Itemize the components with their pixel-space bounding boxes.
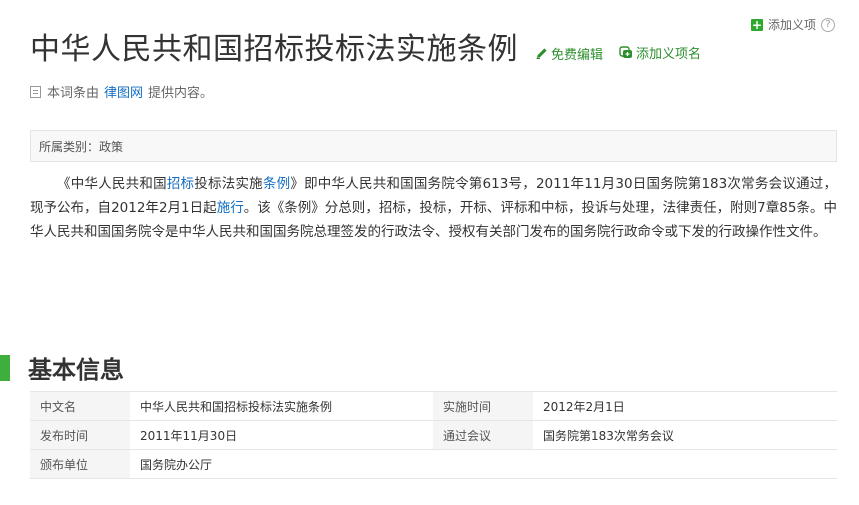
info-key: 发布时间	[30, 420, 130, 450]
top-add-sense-label: 添加义项	[767, 18, 816, 32]
add-sense-name-button[interactable]: 添加义项名	[619, 43, 701, 62]
link-shixing[interactable]: 施行	[217, 200, 244, 216]
help-icon[interactable]: ?	[821, 17, 835, 32]
link-zhaobiao[interactable]: 招标	[167, 176, 194, 192]
add-sense-icon	[619, 46, 633, 58]
category-box: 所属类别：政策	[30, 130, 837, 162]
table-row: 颁布单位 国务院办公厅	[30, 449, 837, 479]
page-title: 中华人民共和国招标投标法实施条例	[30, 32, 518, 67]
section-accent-bar	[0, 354, 10, 381]
basic-info-section-head: 基本信息	[0, 350, 124, 385]
source-link[interactable]: 律图网	[104, 82, 143, 101]
pencil-icon	[536, 48, 547, 59]
free-edit-button[interactable]: 免费编辑	[536, 44, 603, 63]
info-value: 国务院办公厅	[130, 449, 433, 479]
summary-paragraph: 《中华人民共和国招标投标法实施条例》即中华人民共和国国务院令第613号，2011…	[30, 172, 837, 244]
category-text: 所属类别：政策	[39, 139, 124, 154]
info-value-empty	[533, 449, 837, 479]
top-add-sense-button[interactable]: + 添加义项 ?	[750, 16, 835, 33]
source-suffix: 提供内容。	[148, 86, 214, 101]
basic-info-heading: 基本信息	[28, 356, 124, 384]
info-key: 颁布单位	[30, 449, 130, 479]
table-row: 中文名 中华人民共和国招标投标法实施条例 实施时间 2012年2月1日	[30, 391, 837, 421]
info-value: 2012年2月1日	[533, 391, 837, 421]
info-key: 实施时间	[433, 391, 533, 421]
source-prefix: 本词条由	[47, 86, 100, 101]
info-value: 2011年11月30日	[130, 420, 433, 450]
add-sense-name-label: 添加义项名	[636, 47, 702, 62]
info-key-empty	[433, 449, 533, 479]
info-key: 通过会议	[433, 420, 533, 450]
title-row: 中华人民共和国招标投标法实施条例 免费编辑 添加义项名	[30, 24, 701, 68]
basic-info-table: 中文名 中华人民共和国招标投标法实施条例 实施时间 2012年2月1日 发布时间…	[30, 391, 837, 479]
info-key: 中文名	[30, 391, 130, 421]
document-icon	[30, 85, 41, 98]
info-value: 中华人民共和国招标投标法实施条例	[130, 391, 433, 421]
summary-text-1: 《中华人民共和国	[57, 176, 167, 192]
table-row: 发布时间 2011年11月30日 通过会议 国务院第183次常务会议	[30, 420, 837, 450]
source-line: 本词条由 律图网 提供内容。	[30, 82, 213, 101]
info-value: 国务院第183次常务会议	[533, 420, 837, 450]
plus-icon: +	[750, 17, 763, 32]
link-tiaoli[interactable]: 条例	[263, 176, 290, 192]
free-edit-label: 免费编辑	[551, 47, 604, 63]
summary-text-2: 投标法实施	[194, 176, 263, 192]
